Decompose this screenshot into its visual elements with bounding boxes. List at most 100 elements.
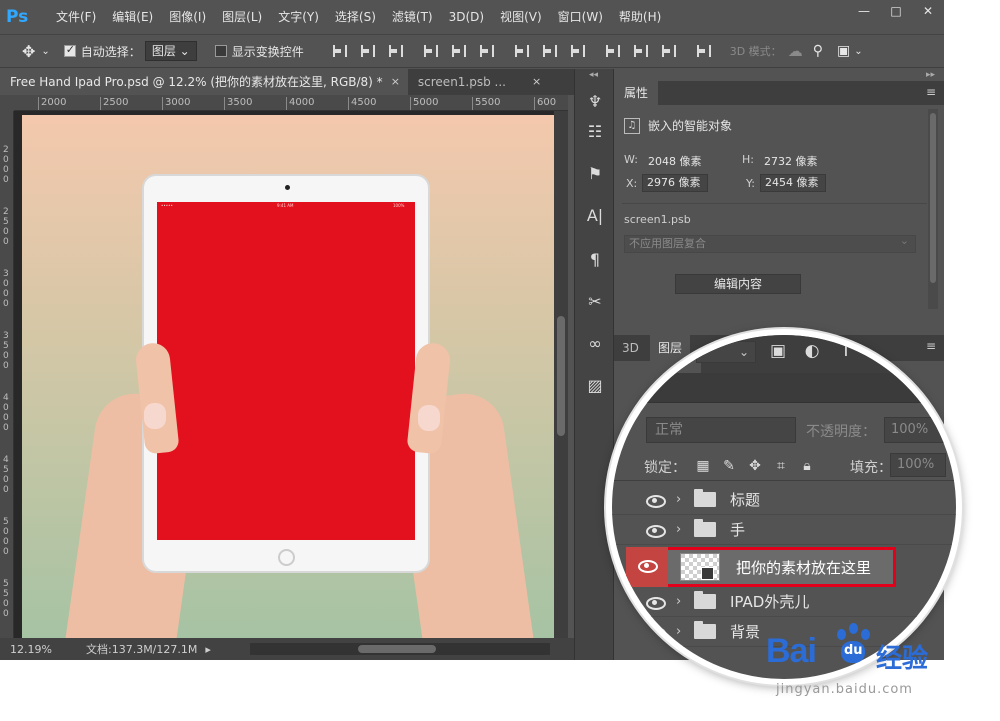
character-icon[interactable]: A| bbox=[584, 205, 606, 227]
clone-source-icon[interactable]: ⚑ bbox=[584, 163, 606, 185]
auto-select-target-dropdown[interactable]: 图层 ⌄ bbox=[144, 41, 197, 61]
blend-mode-dropdown[interactable]: 正常 bbox=[646, 417, 796, 443]
expand-chevron-icon[interactable]: › bbox=[676, 624, 690, 639]
lock-transparent-icon[interactable]: ▦ bbox=[694, 457, 712, 475]
zoom-readout[interactable]: 12.19% bbox=[0, 643, 56, 656]
visibility-eye-icon[interactable] bbox=[644, 523, 666, 538]
menu-window[interactable]: 窗口(W) bbox=[550, 0, 611, 34]
canvas-horizontal-scrollbar[interactable] bbox=[250, 643, 550, 655]
distribute-vcenter-icon[interactable] bbox=[541, 44, 557, 58]
search-icon[interactable]: ⚲ bbox=[813, 43, 823, 59]
lock-paint-icon[interactable]: ✎ bbox=[720, 457, 738, 475]
paragraph-icon[interactable]: ¶ bbox=[584, 249, 606, 271]
menu-type[interactable]: 文字(Y) bbox=[270, 0, 327, 34]
tab-close-icon[interactable]: × bbox=[391, 69, 400, 95]
status-menu-arrow-icon[interactable]: ▸ bbox=[205, 643, 211, 656]
collapse-icon[interactable]: ◂◂ bbox=[589, 70, 598, 80]
layer-kind-dropdown[interactable]: ⌄ bbox=[696, 341, 756, 363]
visibility-eye-icon[interactable] bbox=[644, 595, 666, 610]
visibility-eye-icon[interactable] bbox=[644, 625, 666, 640]
tool-preset-chevron-icon[interactable]: ⌄ bbox=[41, 46, 49, 57]
align-top-icon[interactable] bbox=[331, 44, 347, 58]
minimize-button[interactable]: — bbox=[848, 0, 880, 22]
tab-close-icon[interactable]: × bbox=[532, 69, 541, 95]
workspace-icon[interactable]: ▣ bbox=[837, 43, 850, 59]
align-hcenter-icon[interactable] bbox=[450, 44, 466, 58]
collapse-icon[interactable]: ▸▸ bbox=[926, 70, 935, 80]
opacity-input[interactable]: 100% bbox=[884, 417, 944, 443]
creative-cloud-icon[interactable]: ∞ bbox=[584, 333, 606, 355]
canvas-area[interactable]: ••••• 9:41 AM 100% bbox=[14, 111, 568, 638]
ipad-screen[interactable]: ••••• 9:41 AM 100% bbox=[157, 202, 415, 540]
layer-row-title[interactable]: › 标题 bbox=[612, 485, 956, 515]
3d-orbit-icon[interactable]: ☁ bbox=[788, 42, 803, 60]
fill-input[interactable]: 100% bbox=[890, 453, 946, 477]
lock-all-icon[interactable]: 🔒︎ bbox=[798, 457, 816, 475]
layer-search-input[interactable]: ⚲ 类 bbox=[616, 373, 936, 403]
auto-select-checkbox[interactable] bbox=[63, 43, 76, 57]
lock-position-icon[interactable]: ✥ bbox=[746, 457, 764, 475]
ipad-mockup[interactable]: ••••• 9:41 AM 100% bbox=[142, 174, 430, 573]
document-info: 文档:137.3M/127.1M bbox=[86, 643, 198, 656]
distribute-top-icon[interactable] bbox=[513, 44, 529, 58]
visibility-eye-icon[interactable] bbox=[636, 560, 658, 574]
tab-screen1[interactable]: screen1.psb ... × bbox=[408, 69, 549, 95]
canvas-vertical-scrollbar[interactable] bbox=[554, 111, 568, 638]
adjustments-icon[interactable]: ☷ bbox=[584, 121, 606, 143]
edit-contents-button[interactable]: 编辑内容 bbox=[675, 274, 801, 294]
workspace-chevron-icon[interactable]: ⌄ bbox=[854, 46, 862, 57]
panel-menu-icon[interactable]: ≡ bbox=[926, 85, 936, 99]
expand-chevron-icon[interactable]: › bbox=[676, 522, 690, 537]
distribute-hcenter-icon[interactable] bbox=[632, 44, 648, 58]
scrollbar-thumb[interactable] bbox=[358, 645, 436, 653]
properties-scrollbar[interactable] bbox=[928, 109, 938, 309]
auto-select-option[interactable]: 自动选择： bbox=[63, 43, 141, 60]
align-left-icon[interactable] bbox=[422, 44, 438, 58]
scrollbar-thumb[interactable] bbox=[557, 316, 565, 436]
tab-properties[interactable]: 属性 bbox=[614, 81, 659, 105]
x-position-input[interactable]: 2976 像素 bbox=[642, 174, 708, 192]
artboard[interactable]: ••••• 9:41 AM 100% bbox=[22, 115, 554, 638]
filter-shape-icon[interactable]: ⬚ bbox=[868, 339, 892, 363]
y-position-input[interactable]: 2454 像素 bbox=[760, 174, 826, 192]
filter-type-icon[interactable]: T bbox=[834, 339, 858, 363]
align-right-icon[interactable] bbox=[478, 44, 494, 58]
menu-image[interactable]: 图像(I) bbox=[161, 0, 214, 34]
lock-artboard-icon[interactable]: ⌗ bbox=[772, 457, 790, 475]
menu-file[interactable]: 文件(F) bbox=[48, 0, 104, 34]
tool-presets-icon[interactable]: ✂ bbox=[584, 291, 606, 313]
distribute-left-icon[interactable] bbox=[604, 44, 620, 58]
filter-adjustment-icon[interactable]: ◐ bbox=[800, 339, 824, 363]
move-tool-icon[interactable]: ✥ bbox=[22, 42, 35, 61]
show-transform-checkbox[interactable] bbox=[214, 45, 227, 57]
layer-row-hand[interactable]: › 手 bbox=[612, 515, 956, 545]
menu-filter[interactable]: 滤镜(T) bbox=[384, 0, 441, 34]
auto-align-icon[interactable] bbox=[695, 44, 711, 58]
width-value[interactable]: 2048 像素 bbox=[648, 153, 702, 169]
menu-help[interactable]: 帮助(H) bbox=[611, 0, 669, 34]
menu-view[interactable]: 视图(V) bbox=[492, 0, 550, 34]
distribute-right-icon[interactable] bbox=[660, 44, 676, 58]
brush-preset-icon[interactable]: ♆ bbox=[584, 91, 606, 113]
height-value[interactable]: 2732 像素 bbox=[764, 153, 818, 169]
align-bottom-icon[interactable] bbox=[387, 44, 403, 58]
close-button[interactable]: ✕ bbox=[912, 0, 944, 22]
history-icon[interactable]: ▨ bbox=[584, 375, 606, 397]
distribute-bottom-icon[interactable] bbox=[569, 44, 585, 58]
layer-comp-dropdown[interactable]: 不应用图层复合 bbox=[624, 233, 916, 253]
menu-select[interactable]: 选择(S) bbox=[327, 0, 384, 34]
menu-3d[interactable]: 3D(D) bbox=[441, 0, 492, 34]
show-transform-option[interactable]: 显示变换控件 bbox=[214, 43, 304, 60]
restore-button[interactable]: □ bbox=[880, 0, 912, 22]
menu-edit[interactable]: 编辑(E) bbox=[104, 0, 161, 34]
align-vcenter-icon[interactable] bbox=[359, 44, 375, 58]
layer-row-smart-object[interactable]: 把你的素材放在这里 bbox=[612, 547, 956, 587]
visibility-eye-icon[interactable] bbox=[644, 493, 666, 508]
expand-chevron-icon[interactable]: › bbox=[676, 492, 690, 507]
tab-layers[interactable]: 图层 bbox=[651, 335, 702, 373]
tab-free-hand-ipad[interactable]: Free Hand Ipad Pro.psd @ 12.2% (把你的素材放在这… bbox=[0, 69, 408, 95]
scrollbar-thumb[interactable] bbox=[930, 113, 936, 283]
filter-pixel-icon[interactable]: ▣ bbox=[766, 339, 790, 363]
menu-layer[interactable]: 图层(L) bbox=[214, 0, 270, 34]
expand-chevron-icon[interactable]: › bbox=[676, 594, 690, 609]
